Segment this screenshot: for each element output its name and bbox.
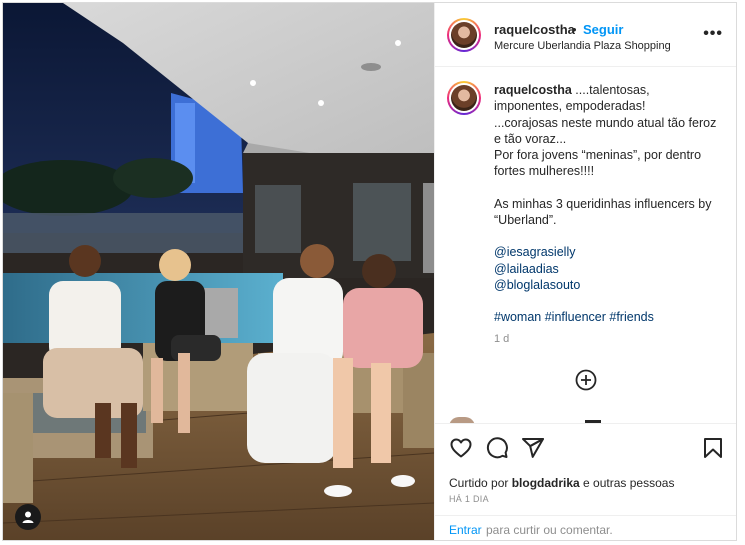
- post-sidebar: raquelcostha • Seguir Mercure Uberlandia…: [434, 3, 736, 540]
- hashtag-link[interactable]: #woman: [494, 310, 541, 324]
- post-header: raquelcostha • Seguir Mercure Uberlandia…: [435, 3, 736, 67]
- caption-line-4: As minhas 3 queridinhas influencers by “…: [494, 196, 712, 228]
- location-link[interactable]: Mercure Uberlandia Plaza Shopping: [494, 40, 671, 52]
- share-icon[interactable]: [521, 436, 545, 460]
- likes-suffix[interactable]: e outras pessoas: [580, 476, 674, 490]
- heart-icon[interactable]: [449, 436, 473, 460]
- load-more-comments-icon[interactable]: [575, 369, 597, 391]
- hashtag-link[interactable]: #friends: [609, 310, 653, 324]
- separator-dot: •: [572, 22, 577, 37]
- mention-link[interactable]: @lailaadias: [494, 262, 559, 276]
- photo-scene: [3, 3, 434, 540]
- caption-username[interactable]: raquelcostha: [494, 83, 572, 97]
- liked-by-user-link[interactable]: blogdadrika: [512, 476, 580, 490]
- caption-line-3: Por fora jovens “meninas”, por dentro fo…: [494, 148, 702, 179]
- post-actions: Curtido por blogdadrika e outras pessoas…: [435, 423, 736, 515]
- likes-prefix: Curtido por: [449, 476, 512, 490]
- caption-line-2: ...corajosas neste mundo atual tão feroz…: [494, 115, 717, 146]
- user-icon: [22, 511, 34, 523]
- follow-button[interactable]: Seguir: [583, 22, 623, 37]
- likes-summary: Curtido por blogdadrika e outras pessoas: [449, 476, 674, 490]
- comment-icon[interactable]: [485, 436, 509, 460]
- login-prompt-text: para curtir ou comentar.: [486, 523, 613, 537]
- header-username[interactable]: raquelcostha: [494, 22, 575, 37]
- caption-timestamp: 1 d: [494, 333, 510, 345]
- hashtag-link[interactable]: #influencer: [545, 310, 606, 324]
- mention-link[interactable]: @iesagrasielly: [494, 245, 575, 259]
- comments-section[interactable]: raquelcostha ....talentosas, imponentes,…: [435, 67, 736, 423]
- tagged-users-button[interactable]: [15, 504, 41, 530]
- comment-login-bar: Entrar para curtir ou comentar.: [435, 515, 736, 540]
- bookmark-icon[interactable]: [701, 436, 725, 460]
- avatar[interactable]: [447, 18, 481, 52]
- caption-avatar[interactable]: [447, 81, 481, 115]
- post-photo[interactable]: [3, 3, 434, 540]
- login-link[interactable]: Entrar: [449, 523, 482, 537]
- more-options-icon[interactable]: •••: [703, 25, 723, 43]
- mention-link[interactable]: @bloglalasouto: [494, 278, 580, 292]
- post-timestamp[interactable]: HÁ 1 DIA: [449, 494, 489, 504]
- caption-text: raquelcostha ....talentosas, imponentes,…: [494, 82, 719, 326]
- instagram-post: raquelcostha • Seguir Mercure Uberlandia…: [2, 2, 737, 541]
